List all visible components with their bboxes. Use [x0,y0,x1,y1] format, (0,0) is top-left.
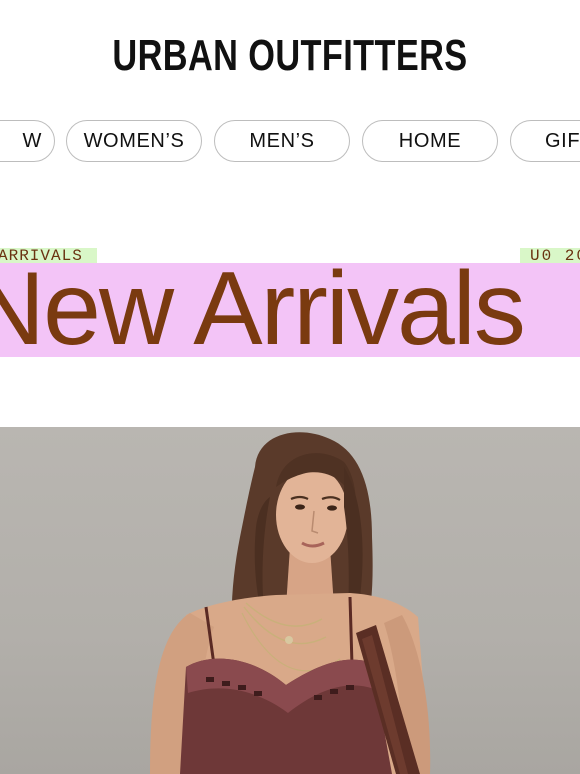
nav-pill-home[interactable]: HOME [362,120,498,162]
model-photo-icon [150,432,431,774]
arrivals-tag-text: ARRIVALS [0,247,83,265]
nav-pill-gifts[interactable]: GIF [510,120,580,162]
arrivals-tag: ARRIVALS [0,248,97,264]
new-arrivals-banner[interactable]: New Arrivals [0,263,580,357]
email-page: URBAN OUTFITTERS W WOMEN’S MEN’S HOME GI… [0,0,580,774]
nav-pill-mens[interactable]: MEN’S [214,120,350,162]
uo-tag: U0 20 [520,248,580,264]
nav-pill-new[interactable]: W [0,120,55,162]
hero-image[interactable] [0,427,580,774]
brand-logo[interactable]: URBAN OUTFITTERS [64,30,516,82]
nav-pill-womens[interactable]: WOMEN’S [66,120,202,162]
new-arrivals-headline: New Arrivals [0,263,526,357]
category-nav: W WOMEN’S MEN’S HOME GIF [0,120,580,164]
